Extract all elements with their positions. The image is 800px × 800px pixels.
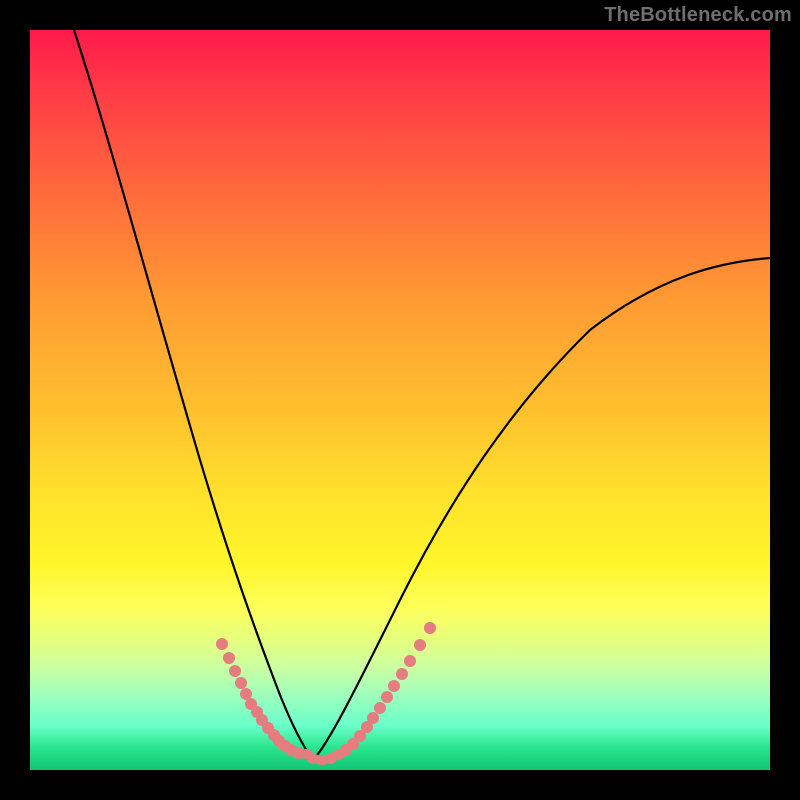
right-curve — [313, 258, 770, 760]
chart-svg — [30, 30, 770, 770]
left-curve — [74, 30, 313, 760]
plot-area — [30, 30, 770, 770]
chart-frame: TheBottleneck.com — [0, 0, 800, 800]
scatter-dots — [216, 622, 436, 759]
valley-floor-band — [299, 749, 345, 765]
watermark-text: TheBottleneck.com — [604, 4, 792, 27]
